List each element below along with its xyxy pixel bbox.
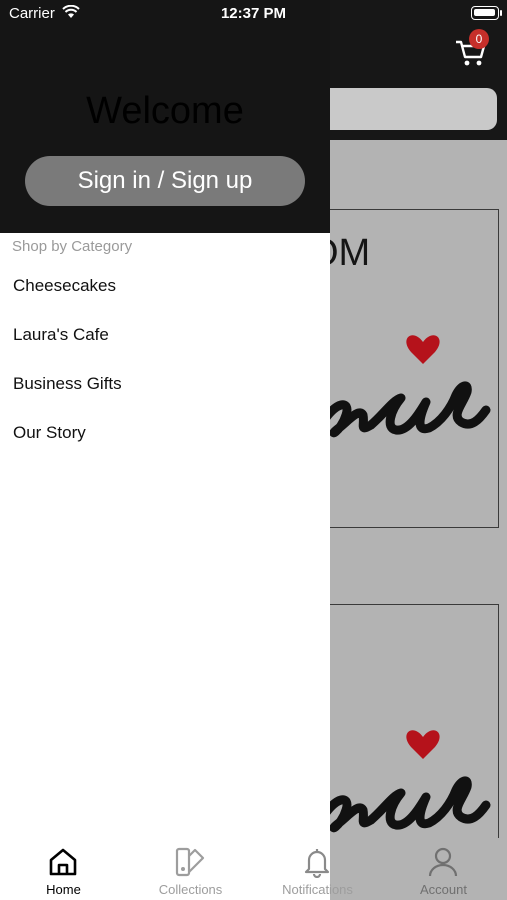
bell-icon [304,849,330,878]
side-drawer: Welcome Sign in / Sign up Shop by Catego… [0,0,330,900]
tab-collections-label: Collections [158,882,223,897]
home-icon [49,848,77,876]
status-bar: Carrier 12:37 PM [0,0,507,26]
tab-home-label: Home [46,882,81,897]
lauras-logo-icon [301,335,491,438]
sign-in-button[interactable]: Sign in / Sign up [25,156,305,206]
lauras-logo-icon [301,730,491,833]
menu-item-lauras-cafe[interactable]: Laura's Cafe [13,325,109,345]
welcome-title: Welcome [86,90,244,132]
tab-bar: Home Collections Notifications Account [0,838,507,900]
menu-item-our-story[interactable]: Our Story [13,423,86,443]
tab-account-label: Account [420,882,467,897]
tab-notifications[interactable]: Notifications [254,838,381,900]
search-bar[interactable] [310,88,497,130]
cart-count-badge: 0 [469,29,489,49]
clock: 12:37 PM [220,5,287,22]
tab-account[interactable]: Account [380,838,507,900]
category-heading: Shop by Category [12,238,133,255]
drawer-header: Welcome Sign in / Sign up [0,0,330,233]
user-icon [428,847,458,877]
tab-collections[interactable]: Collections [127,838,254,900]
tab-home[interactable]: Home [0,838,127,900]
battery-tip [500,10,502,16]
battery-icon [471,6,499,20]
menu-item-business-gifts[interactable]: Business Gifts [13,374,122,394]
tab-notifications-label: Notifications [282,882,353,897]
menu-item-cheesecakes[interactable]: Cheesecakes [13,276,116,296]
collections-icon [175,847,205,877]
